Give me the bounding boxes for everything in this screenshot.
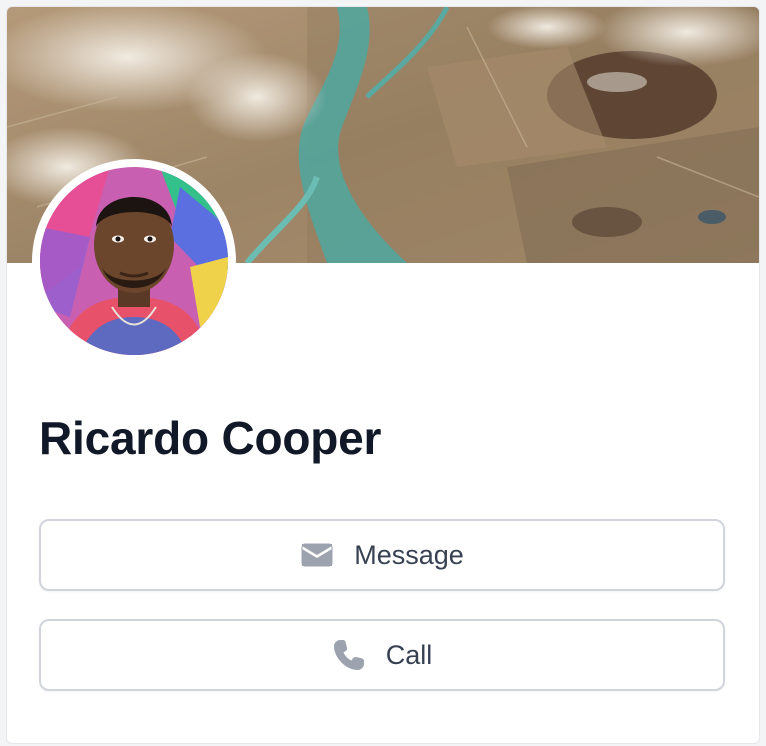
message-button-label: Message (354, 539, 464, 570)
phone-icon (332, 638, 366, 672)
call-button-label: Call (385, 639, 433, 670)
envelope-icon (300, 542, 334, 568)
message-button[interactable]: Message (39, 519, 725, 591)
call-button[interactable]: Call (39, 619, 725, 691)
profile-card: Ricardo Cooper Message Call (6, 6, 760, 744)
avatar (32, 159, 236, 363)
profile-name: Ricardo Cooper (39, 412, 382, 464)
